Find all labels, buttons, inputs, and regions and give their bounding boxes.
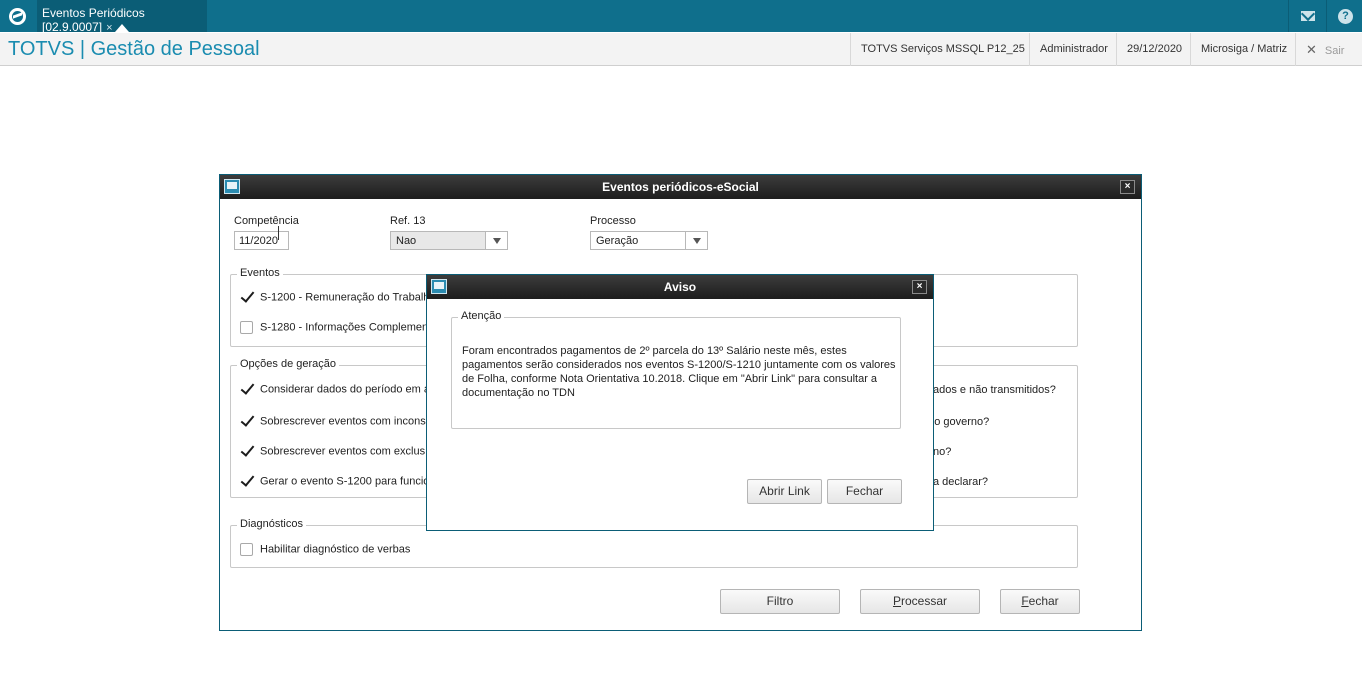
app-header: TOTVS | Gestão de Pessoal TOTVS Serviços…	[0, 32, 1362, 66]
checkbox-checked[interactable]	[240, 445, 253, 458]
environment-label: TOTVS Serviços MSSQL P12_25	[850, 33, 1035, 66]
checkbox-checked[interactable]	[240, 383, 253, 396]
diagnosticos-group: Diagnósticos Habilitar diagnóstico de ve…	[230, 518, 1078, 568]
ref13-select[interactable]: Nao	[390, 231, 508, 250]
text-cursor-icon	[278, 226, 279, 240]
option-considerar-checkbox[interactable]: Considerar dados do período em a	[240, 383, 430, 396]
company-label: Microsiga / Matriz	[1190, 33, 1297, 66]
option-sobrescrever-incons-checkbox[interactable]: Sobrescrever eventos com incons	[240, 415, 426, 428]
atencao-group: Atenção Foram encontrados pagamentos de …	[451, 310, 901, 429]
event-s1280-checkbox[interactable]: S-1280 - Informações Complement	[240, 321, 431, 334]
date-label: 29/12/2020	[1116, 33, 1192, 66]
aviso-close-icon[interactable]: ×	[912, 280, 927, 294]
help-icon[interactable]: ?	[1326, 0, 1362, 32]
ref13-label: Ref. 13	[390, 215, 426, 227]
filtro-button[interactable]: Filtro	[720, 589, 840, 614]
window-icon	[431, 279, 447, 294]
mnemonic: P	[892, 594, 901, 608]
processo-value: Geração	[596, 235, 639, 247]
competencia-label: Competência	[234, 215, 299, 227]
checkbox-label: Sobrescrever eventos com exclus	[260, 445, 426, 458]
checkbox-label: Sobrescrever eventos com incons	[260, 415, 426, 428]
checkbox-checked[interactable]	[240, 475, 253, 488]
diagnosticos-group-title: Diagnósticos	[237, 518, 306, 530]
abrir-link-button[interactable]: Abrir Link	[747, 479, 822, 504]
checkbox-unchecked[interactable]	[240, 543, 253, 556]
checkbox-label: Considerar dados do período em a	[260, 383, 430, 396]
checkbox-unchecked[interactable]	[240, 321, 253, 334]
dialog-title: Eventos periódicos-eSocial	[602, 180, 759, 194]
aviso-title: Aviso	[663, 280, 697, 294]
checkbox-checked[interactable]	[240, 291, 253, 304]
competencia-input[interactable]: 11/2020	[234, 231, 289, 250]
totvs-logo-icon[interactable]	[0, 0, 34, 32]
checkbox-label: S-1200 - Remuneração do Trabalh	[260, 291, 430, 304]
option-gerar-s1200-checkbox[interactable]: Gerar o evento S-1200 para funcio	[240, 475, 429, 488]
eventos-group-title: Eventos	[237, 267, 283, 279]
aviso-fechar-button[interactable]: Fechar	[827, 479, 902, 504]
processar-button[interactable]: Processar	[860, 589, 980, 614]
mail-icon[interactable]	[1288, 0, 1326, 32]
event-s1200-checkbox[interactable]: S-1200 - Remuneração do Trabalh	[240, 291, 429, 304]
checkbox-label: Gerar o evento S-1200 para funcio	[260, 475, 430, 488]
mnemonic: F	[1021, 594, 1029, 608]
dialog-close-icon[interactable]: ×	[1120, 180, 1135, 194]
option-text-tail: ados e não transmitidos?	[933, 384, 1056, 396]
dialog-title-bar[interactable]: Eventos periódicos-eSocial ×	[220, 175, 1141, 199]
button-label: rocessar	[901, 594, 948, 608]
button-label: echar	[1028, 594, 1059, 608]
app-title: TOTVS | Gestão de Pessoal	[8, 38, 260, 60]
tab-label: Eventos Periódicos [02.9.0007]	[42, 6, 145, 34]
aviso-message: Foram encontrados pagamentos de 2º parce…	[462, 345, 896, 399]
exit-label: Sair	[1324, 45, 1345, 57]
checkbox-label: Habilitar diagnóstico de verbas	[260, 543, 411, 556]
top-tab-bar: Eventos Periódicos [02.9.0007] × ?	[0, 0, 1362, 34]
window-icon	[224, 179, 240, 194]
chevron-down-icon	[485, 232, 507, 249]
fechar-button[interactable]: Fechar	[1000, 589, 1080, 614]
processo-select[interactable]: Geração	[590, 231, 708, 250]
tab-pointer	[115, 24, 129, 32]
exit-button[interactable]: ✕ Sair	[1295, 33, 1354, 66]
close-icon: ✕	[1306, 42, 1317, 57]
ref13-value: Nao	[396, 235, 417, 247]
user-label: Administrador	[1029, 33, 1118, 66]
option-text-tail: a declarar?	[933, 476, 989, 488]
checkbox-checked[interactable]	[240, 415, 253, 428]
option-text-tail: no?	[933, 446, 952, 458]
option-sobrescrever-exclus-checkbox[interactable]: Sobrescrever eventos com exclus	[240, 445, 425, 458]
aviso-title-bar[interactable]: Aviso ×	[427, 275, 933, 299]
opcoes-group-title: Opções de geração	[237, 358, 340, 370]
diagnostico-verbas-checkbox[interactable]: Habilitar diagnóstico de verbas	[240, 543, 410, 556]
aviso-dialog: Aviso × Atenção Foram encontrados pagame…	[426, 274, 934, 531]
chevron-down-icon	[685, 232, 707, 249]
checkbox-label: S-1280 - Informações Complement	[260, 321, 432, 334]
processo-label: Processo	[590, 215, 636, 227]
atencao-group-title: Atenção	[458, 310, 505, 322]
